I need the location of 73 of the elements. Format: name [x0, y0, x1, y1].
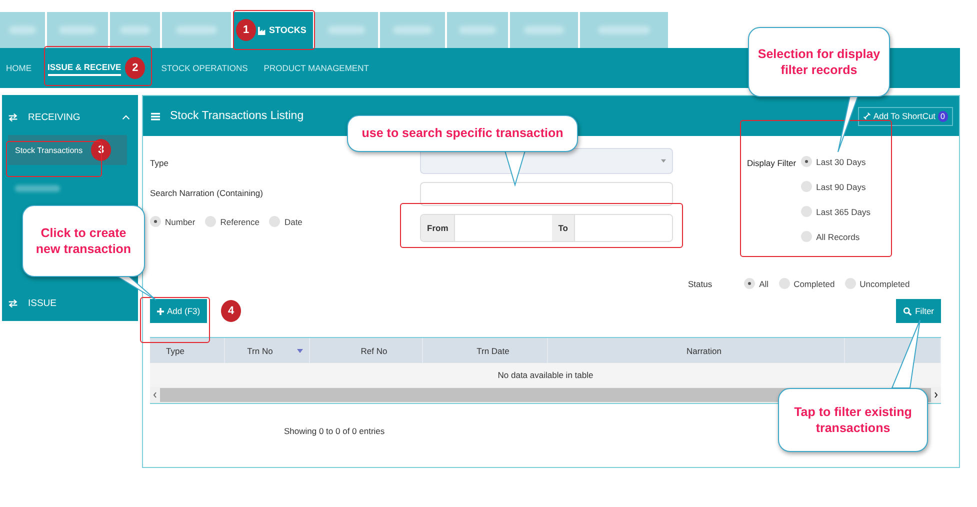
radio-button[interactable] [205, 216, 216, 227]
menu-icon[interactable] [151, 112, 160, 120]
radio-option[interactable]: Last 30 Days [801, 156, 870, 167]
field-label: Type [150, 158, 170, 168]
blurred-label [459, 26, 496, 34]
radio-option[interactable]: Number [150, 216, 196, 227]
callout-pointer [505, 151, 527, 187]
radio-option[interactable]: Date [269, 216, 302, 227]
column-header[interactable]: Trn No [247, 346, 273, 356]
search-icon [903, 306, 912, 316]
radio-option[interactable]: All Records [801, 231, 870, 242]
step-badge: 1 [236, 19, 256, 41]
radio-option[interactable]: Uncompleted [844, 278, 910, 289]
radio-button[interactable] [269, 216, 280, 227]
plus-icon [157, 308, 164, 314]
field-label: Status [688, 278, 712, 288]
blurred-label [598, 26, 650, 34]
radio-option[interactable]: Last 90 Days [801, 181, 870, 192]
dropdown-icon [661, 159, 666, 163]
radio-option[interactable]: Reference [205, 216, 260, 227]
sidebar-group[interactable]: RECEIVING [28, 112, 122, 122]
panel-title: Stock Transactions Listing [170, 110, 305, 122]
count-badge: 0 [938, 110, 948, 122]
blurred-label [176, 26, 218, 34]
sort-icon[interactable] [296, 348, 303, 352]
radio-button[interactable] [801, 181, 812, 192]
radio-option[interactable]: Last 365 Days [801, 206, 870, 217]
radio-button[interactable] [844, 278, 856, 289]
callout-pointer [836, 96, 860, 154]
from-label: From [421, 215, 456, 241]
step-badge: 2 [125, 57, 146, 79]
step-badge: 4 [221, 300, 242, 322]
empty-message: No data available in table [498, 370, 594, 380]
sidebar-group[interactable]: ISSUE [28, 298, 130, 308]
module-tab[interactable]: STOCKS [258, 25, 306, 35]
link-icon [863, 112, 872, 120]
radio-option[interactable]: All [744, 278, 769, 289]
radio-option[interactable]: Completed [778, 278, 835, 289]
radio-button[interactable] [150, 216, 161, 227]
radio-button[interactable] [801, 206, 812, 217]
filter-button[interactable]: Filter [896, 299, 941, 323]
transfer-icon [8, 112, 18, 122]
field-label: Display Filter [747, 158, 796, 170]
callout-bubble: Tap to filter existing transactions [778, 388, 928, 452]
field-label: Search Narration (Containing) [150, 188, 264, 198]
blurred-label [120, 26, 150, 34]
transfer-icon [8, 298, 18, 308]
blurred-label [328, 26, 366, 34]
nav-link[interactable]: ISSUE & RECEIVE [48, 60, 122, 76]
date-range-field[interactable]: From To [420, 214, 673, 242]
add-button[interactable]: Add (F3) [150, 299, 208, 323]
column-header[interactable]: Ref No [360, 346, 388, 356]
radio-button[interactable] [801, 156, 812, 167]
column-header[interactable]: Trn Date [476, 346, 510, 356]
blurred-label [9, 26, 36, 34]
add-shortcut-button[interactable]: Add To ShortCut 0 [858, 106, 953, 126]
caret-icon[interactable] [122, 114, 130, 120]
scroll-right-icon[interactable] [934, 392, 938, 398]
callout-bubble: Selection for display filter records [748, 27, 890, 97]
radio-button[interactable] [778, 278, 790, 289]
highlight-frame [140, 297, 210, 343]
radio-button[interactable] [801, 231, 812, 242]
entries-info: Showing 0 to 0 of 0 entries [284, 426, 385, 436]
blurred-label [59, 26, 96, 34]
radio-button[interactable] [744, 278, 756, 289]
blurred-label [393, 26, 432, 34]
scroll-left-icon[interactable] [153, 392, 157, 398]
column-header[interactable]: Narration [686, 346, 722, 356]
column-header[interactable]: Type [166, 346, 184, 356]
to-label: To [552, 215, 576, 241]
blurred-label [524, 26, 564, 34]
blurred-label [15, 184, 60, 192]
factory-icon [258, 26, 267, 34]
